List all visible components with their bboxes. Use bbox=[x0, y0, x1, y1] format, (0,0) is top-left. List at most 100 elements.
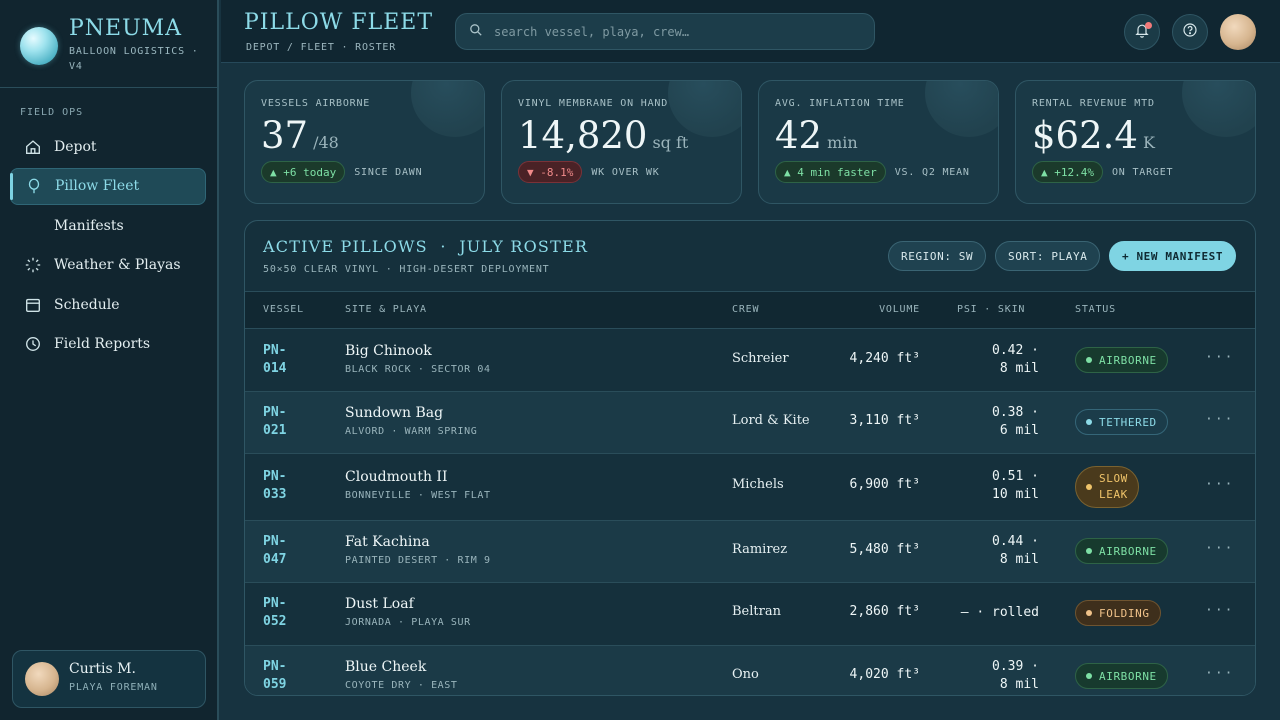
kpi-card: RENTAL REVENUE MTD $62.4 K ▲ +12.4% ON T… bbox=[1015, 80, 1256, 204]
sidebar-item-label: Depot bbox=[54, 138, 97, 155]
crew-name: Michels bbox=[732, 477, 784, 492]
vessel-id-number: 047 bbox=[263, 552, 287, 567]
column-header[interactable]: SITE & PLAYA bbox=[345, 304, 427, 315]
psi-value: 0.51 · bbox=[992, 469, 1039, 484]
kpi-unit: /48 bbox=[313, 133, 339, 152]
kpi-note: VS. Q2 MEAN bbox=[894, 166, 970, 178]
kpi-note: ON TARGET bbox=[1111, 166, 1174, 178]
kpi-note: SINCE DAWN bbox=[354, 166, 423, 178]
kpi-number: 14,820 bbox=[518, 114, 648, 157]
crew-name: Lord & Kite bbox=[732, 413, 810, 428]
sidebar-item-depot[interactable]: Depot bbox=[10, 128, 206, 165]
home-icon bbox=[24, 138, 42, 156]
vessel-id-prefix: PN- bbox=[263, 469, 287, 484]
vessel-location: BLACK ROCK · SECTOR 04 bbox=[345, 364, 491, 375]
sidebar-item-schedule[interactable]: Schedule bbox=[10, 286, 206, 323]
sidebar-nav: Depot Pillow Fleet Manifests Weather & P… bbox=[10, 128, 206, 365]
notifications-button[interactable] bbox=[1124, 14, 1160, 50]
sidebar-item-manifests[interactable]: Manifests bbox=[10, 207, 206, 244]
more-menu-icon[interactable]: ··· bbox=[1205, 666, 1234, 681]
weather-icon bbox=[24, 256, 42, 274]
volume: 4,240 ft³ bbox=[849, 351, 920, 366]
psi-value: — · rolled bbox=[960, 605, 1039, 620]
kpi-footer: ▲ +12.4% ON TARGET bbox=[1032, 161, 1173, 183]
breadcrumb: DEPOT / FLEET · ROSTER bbox=[246, 42, 397, 53]
kpi-value: 14,820 sq ft bbox=[518, 114, 688, 157]
kpi-value: $62.4 K bbox=[1032, 114, 1155, 157]
status-label: AIRBORNE bbox=[1099, 669, 1157, 683]
balloon-icon bbox=[25, 177, 43, 195]
clock-icon bbox=[24, 335, 42, 353]
trend-badge: ▲ 4 min faster bbox=[775, 161, 886, 183]
user-card[interactable]: Curtis M. PLAYA FOREMAN bbox=[12, 650, 206, 708]
vessel-id-prefix: PN- bbox=[263, 659, 287, 674]
help-icon bbox=[1182, 22, 1198, 42]
vessel-id: PN- 059 bbox=[263, 658, 303, 694]
more-menu-icon[interactable]: ··· bbox=[1205, 412, 1234, 427]
crew-name: Beltran bbox=[732, 604, 781, 619]
vessel-id-number: 021 bbox=[263, 423, 287, 438]
psi-skin: 0.44 · 8 mil bbox=[945, 533, 1039, 569]
sidebar-item-label: Field Reports bbox=[54, 336, 151, 352]
column-header[interactable]: VESSEL bbox=[263, 304, 304, 315]
table-row[interactable]: PN- 021 Sundown Bag ALVORD · WARM SPRING… bbox=[245, 392, 1255, 454]
region-filter-button[interactable]: REGION: SW bbox=[888, 241, 987, 271]
user-name: Curtis M. bbox=[69, 661, 136, 677]
volume: 2,860 ft³ bbox=[849, 604, 920, 619]
status-dot bbox=[1086, 610, 1092, 616]
vessel-id-prefix: PN- bbox=[263, 405, 287, 420]
more-menu-icon[interactable]: ··· bbox=[1205, 603, 1234, 618]
sidebar-item-pillow-fleet[interactable]: Pillow Fleet bbox=[10, 167, 206, 205]
trend-badge: ▲ +12.4% bbox=[1032, 161, 1103, 183]
kpi-value: 37 /48 bbox=[261, 114, 339, 157]
page-title: PILLOW FLEET bbox=[244, 10, 434, 35]
panel-title: ACTIVE PILLOWS · JULY ROSTER bbox=[263, 237, 589, 256]
sidebar-item-weather[interactable]: Weather & Playas bbox=[10, 247, 206, 284]
table-row[interactable]: PN- 014 Big Chinook BLACK ROCK · SECTOR … bbox=[245, 329, 1255, 392]
avatar bbox=[25, 662, 59, 696]
vessel-id-number: 033 bbox=[263, 487, 287, 502]
vessel-id: PN- 021 bbox=[263, 404, 303, 440]
status-dot bbox=[1086, 548, 1092, 554]
sort-button[interactable]: SORT: PLAYA bbox=[995, 241, 1101, 271]
more-menu-icon[interactable]: ··· bbox=[1205, 541, 1234, 556]
table-row[interactable]: PN- 033 Cloudmouth II BONNEVILLE · WEST … bbox=[245, 454, 1255, 521]
more-menu-icon[interactable]: ··· bbox=[1205, 477, 1234, 492]
help-button[interactable] bbox=[1172, 14, 1208, 50]
status-badge: AIRBORNE bbox=[1075, 538, 1168, 564]
psi-skin: — · rolled bbox=[945, 604, 1039, 622]
search-input[interactable] bbox=[494, 24, 874, 39]
column-header[interactable]: CREW bbox=[732, 304, 759, 315]
psi-value: 0.44 · bbox=[992, 534, 1039, 549]
table-row[interactable]: PN- 059 Blue Cheek COYOTE DRY · EAST Ono… bbox=[245, 646, 1255, 695]
user-role: PLAYA FOREMAN bbox=[69, 682, 158, 693]
volume: 5,480 ft³ bbox=[849, 542, 920, 557]
new-manifest-button[interactable]: + NEW MANIFEST bbox=[1109, 241, 1237, 271]
vessel-location: BONNEVILLE · WEST FLAT bbox=[345, 490, 491, 501]
search-box[interactable] bbox=[455, 13, 875, 50]
table-row[interactable]: PN- 052 Dust Loaf JORNADA · PLAYA SUR Be… bbox=[245, 583, 1255, 646]
column-header[interactable]: STATUS bbox=[1075, 304, 1116, 315]
trend-badge: ▲ +6 today bbox=[261, 161, 346, 183]
kpi-number: 37 bbox=[261, 114, 309, 157]
status-label: TETHERED bbox=[1099, 415, 1157, 429]
more-menu-icon[interactable]: ··· bbox=[1205, 350, 1234, 365]
panel-subtitle: 50×50 CLEAR VINYL · HIGH-DESERT DEPLOYME… bbox=[263, 264, 550, 275]
psi-value: 0.39 · bbox=[992, 659, 1039, 674]
column-header[interactable]: PSI · SKIN bbox=[957, 304, 1025, 315]
avatar[interactable] bbox=[1220, 14, 1256, 50]
kpi-label: VESSELS AIRBORNE bbox=[261, 98, 371, 109]
column-header[interactable]: VOLUME bbox=[805, 304, 920, 315]
table-row[interactable]: PN- 047 Fat Kachina PAINTED DESERT · RIM… bbox=[245, 521, 1255, 583]
sidebar-item-field-reports[interactable]: Field Reports bbox=[10, 326, 206, 363]
kpi-card: AVG. INFLATION TIME 42 min ▲ 4 min faste… bbox=[758, 80, 999, 204]
volume: 3,110 ft³ bbox=[849, 413, 920, 428]
vessel-id: PN- 033 bbox=[263, 468, 303, 504]
kpi-unit: sq ft bbox=[652, 133, 689, 152]
sidebar: PNEUMA BALLOON LOGISTICS · V4 FIELD OPS … bbox=[0, 0, 219, 720]
brand-subtitle: BALLOON LOGISTICS · V4 bbox=[69, 46, 199, 72]
table-body: PN- 014 Big Chinook BLACK ROCK · SECTOR … bbox=[245, 329, 1255, 695]
psi-value: 0.42 · bbox=[992, 343, 1039, 358]
vessel-id-prefix: PN- bbox=[263, 343, 287, 358]
vessel-id-prefix: PN- bbox=[263, 534, 287, 549]
